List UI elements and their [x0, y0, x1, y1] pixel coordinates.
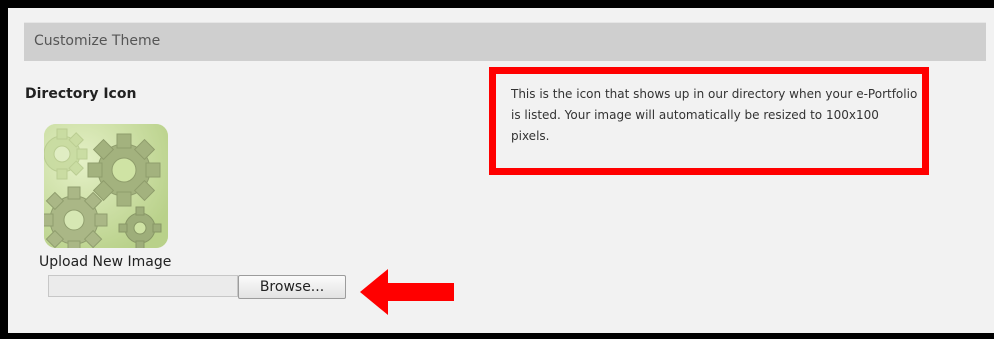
directory-icon-preview	[44, 124, 168, 248]
file-path-field[interactable]	[48, 275, 238, 297]
upload-new-image-label: Upload New Image	[39, 254, 172, 270]
gears-icon	[44, 124, 168, 248]
customize-theme-header: Customize Theme	[24, 22, 986, 61]
help-text-callout: This is the icon that shows up in our di…	[489, 67, 929, 175]
arrow-left-icon	[360, 269, 454, 315]
directory-icon-heading: Directory Icon	[25, 86, 137, 102]
directory-icon-help-text: This is the icon that shows up in our di…	[511, 87, 918, 143]
page-title: Customize Theme	[34, 33, 161, 49]
browse-button[interactable]: Browse...	[238, 275, 346, 299]
